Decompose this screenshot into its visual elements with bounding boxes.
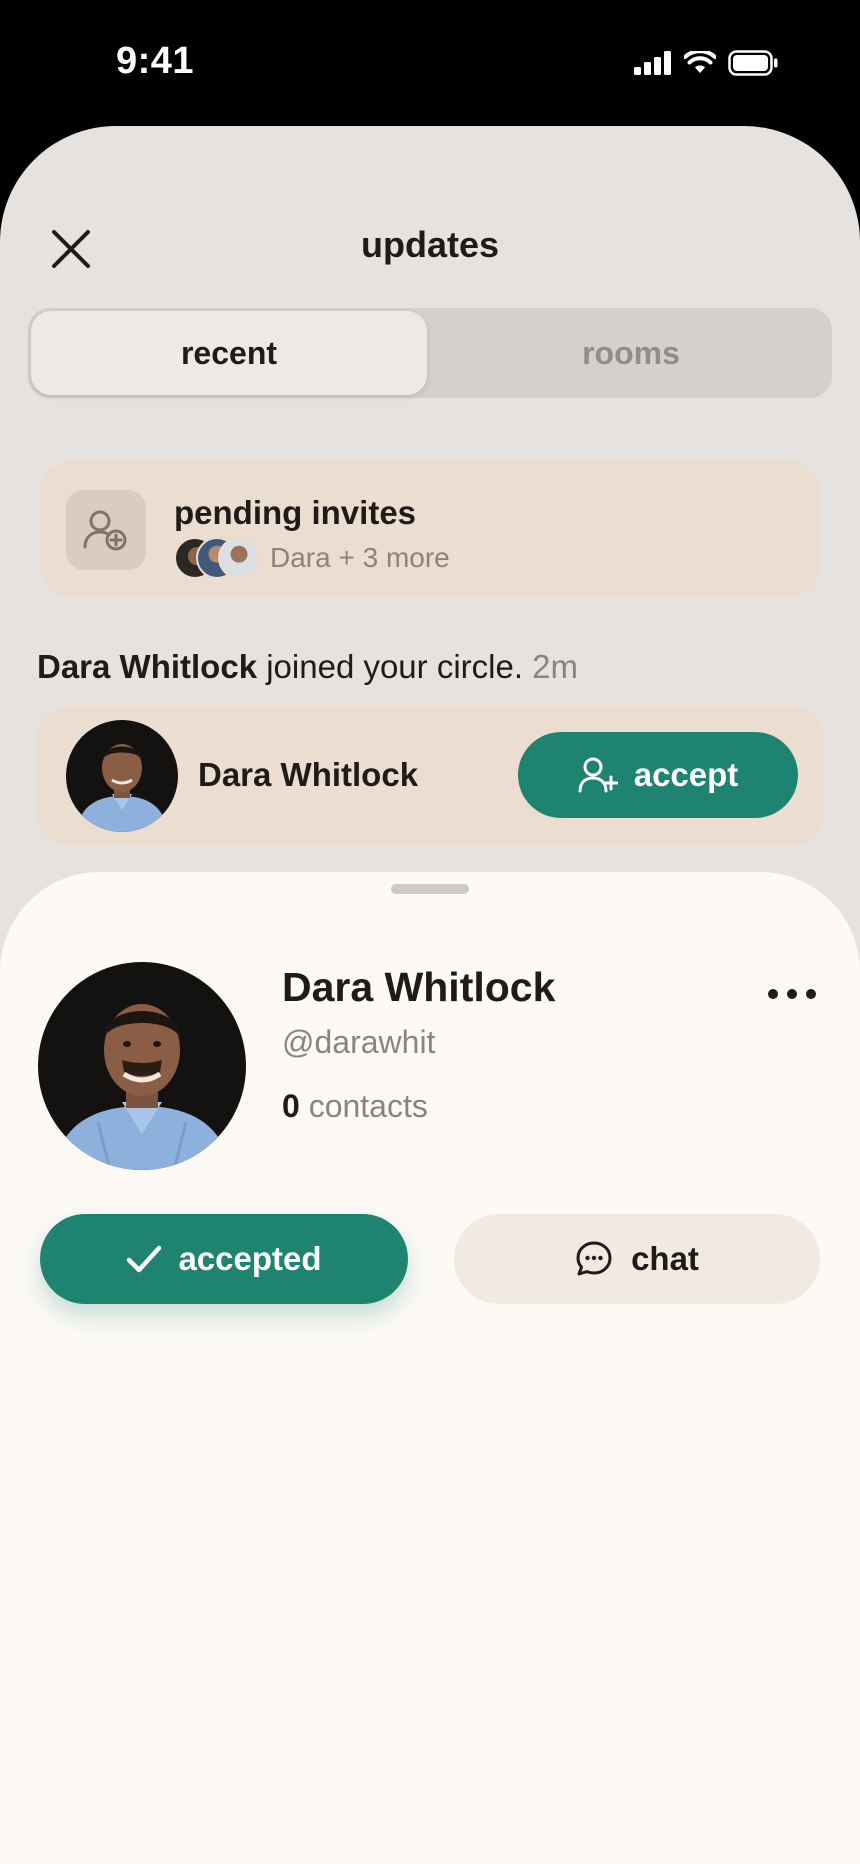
add-user-icon [83,510,127,551]
invite-avatars [174,537,264,579]
chat-button[interactable]: chat [454,1214,820,1304]
page-title: updates [360,224,500,265]
avatar [66,720,178,832]
more-options-icon[interactable] [768,980,816,1008]
checkmark-icon [127,1245,162,1273]
tab-recent[interactable]: recent [31,311,427,395]
activity-text: Dara Whitlock joined your circle. 2m [37,648,578,686]
contacts-label: contacts [308,1088,428,1124]
person-card[interactable]: Dara Whitlock accept [36,706,824,846]
activity-message: joined your circle. [257,648,523,685]
contacts-count: 0 contacts [282,1088,428,1125]
contacts-number: 0 [282,1088,300,1124]
accepted-button[interactable]: accepted [40,1214,408,1304]
battery-icon [728,50,778,76]
person-name: Dara Whitlock [198,756,419,793]
profile-name: Dara Whitlock [282,964,556,1010]
profile-avatar [38,962,246,1170]
activity-time: 2m [532,648,579,685]
invites-subtitle: Dara + 3 more [270,542,450,573]
invite-icon-box [66,490,146,570]
chat-bubble-icon [576,1241,612,1276]
accept-button[interactable]: accept [518,732,798,818]
invites-title: pending invites [174,494,417,531]
segmented-control: recent rooms [28,308,832,398]
tab-rooms[interactable]: rooms [433,311,829,395]
add-user-icon [578,757,618,793]
wifi-icon [684,51,716,73]
activity-name: Dara Whitlock [37,648,258,685]
accepted-label: accepted [178,1240,322,1277]
profile-handle: @darawhit [282,1024,436,1060]
status-bar: 9:41 [0,0,860,125]
profile-sheet: Dara Whitlock @darawhit 0 contacts accep… [0,872,860,1864]
pending-invites-card[interactable]: pending invites Dara + 3 more [40,460,820,598]
chat-label: chat [631,1240,699,1277]
accept-label: accept [633,756,739,793]
status-time: 9:41 [116,40,195,82]
invite-avatar [218,537,260,579]
sheet-handle[interactable] [391,884,469,894]
status-icons [634,50,778,76]
cellular-signal-icon [634,51,671,75]
